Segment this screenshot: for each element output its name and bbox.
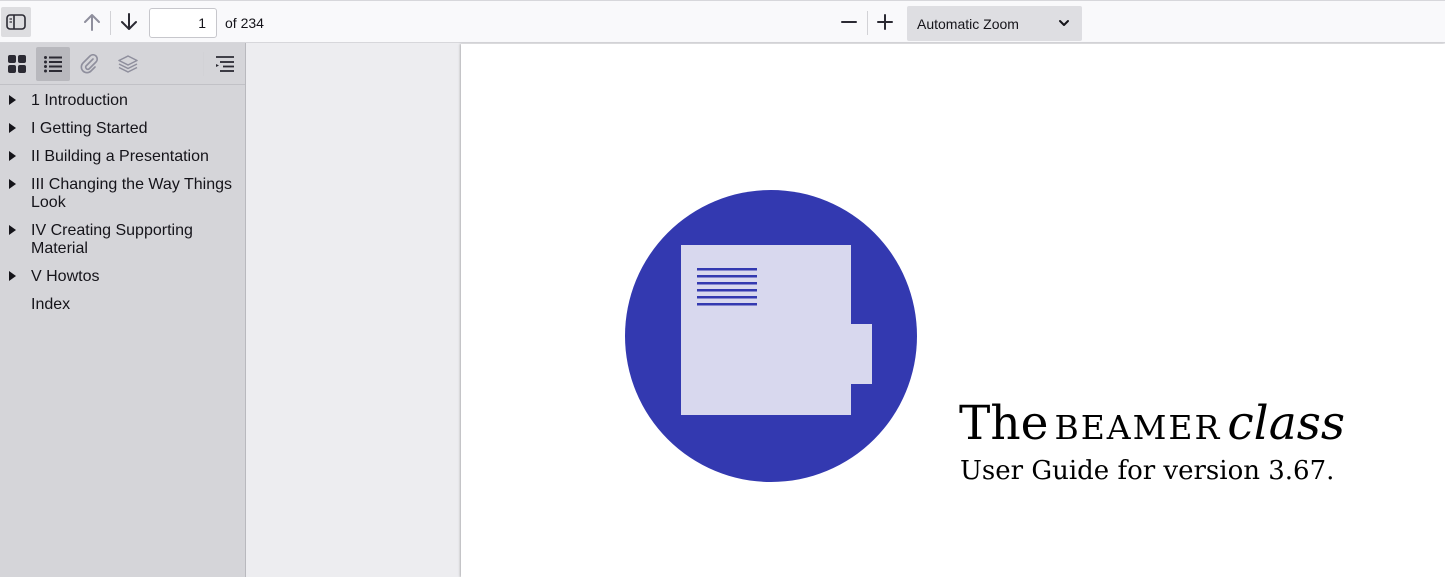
outline-item-label[interactable]: II Building a Presentation <box>31 148 209 165</box>
sidebar-toggle-button[interactable] <box>1 7 31 37</box>
document-title: The beamer class <box>959 399 1345 449</box>
page-number-input[interactable] <box>149 8 217 38</box>
outline-item-label[interactable]: V Howtos <box>31 268 99 285</box>
expand-toggle-icon[interactable] <box>9 225 16 235</box>
view-layers-button[interactable] <box>111 47 145 81</box>
toolbar-separator <box>867 11 868 35</box>
next-page-button[interactable] <box>114 7 144 37</box>
title-beamer: beamer <box>1054 396 1222 451</box>
outline-tree: 1 Introduction I Getting Started II Buil… <box>0 89 245 321</box>
thumbnails-grid-icon <box>8 55 26 73</box>
arrow-down-icon <box>121 13 137 30</box>
zoom-in-button[interactable] <box>870 7 900 37</box>
minus-icon <box>841 21 857 23</box>
beamer-logo <box>625 190 917 482</box>
find-current-outline-icon <box>216 56 234 72</box>
layers-icon <box>118 55 138 73</box>
pdf-page: The beamer class User Guide for version 3.… <box>461 44 1445 577</box>
expand-toggle-icon[interactable] <box>9 95 16 105</box>
arrow-up-icon <box>84 14 100 31</box>
outline-item-label[interactable]: III Changing the Way Things Look <box>31 176 232 211</box>
current-outline-item-button[interactable] <box>208 47 242 81</box>
plus-icon <box>877 14 893 30</box>
chevron-down-icon <box>1059 20 1069 26</box>
view-attachments-button[interactable] <box>73 47 107 81</box>
title-class: class <box>1227 396 1345 451</box>
sidebar-toolbar-separator <box>203 52 204 76</box>
title-the: The <box>959 396 1049 451</box>
view-outline-button[interactable] <box>36 47 70 81</box>
expand-toggle-icon[interactable] <box>9 271 16 281</box>
zoom-select-value: Automatic Zoom <box>917 16 1019 32</box>
outline-item[interactable]: III Changing the Way Things Look <box>0 173 245 215</box>
outline-item-label[interactable]: IV Creating Supporting Material <box>31 222 193 257</box>
toolbar: of 234 Automatic Zoom <box>0 0 1445 43</box>
outline-item[interactable]: II Building a Presentation <box>0 145 245 169</box>
outline-item-label[interactable]: Index <box>31 296 70 313</box>
outline-item[interactable]: I Getting Started <box>0 117 245 141</box>
page-total-label: of 234 <box>225 15 264 31</box>
outline-item[interactable]: Index <box>0 293 245 317</box>
previous-page-button[interactable] <box>77 7 107 37</box>
expand-toggle-icon[interactable] <box>9 179 16 189</box>
view-thumbnails-button[interactable] <box>0 47 34 81</box>
outline-item-label[interactable]: I Getting Started <box>31 120 148 137</box>
zoom-select[interactable]: Automatic Zoom <box>907 6 1082 41</box>
zoom-out-button[interactable] <box>834 7 864 37</box>
outline-item[interactable]: IV Creating Supporting Material <box>0 219 245 261</box>
outline-item[interactable]: 1 Introduction <box>0 89 245 113</box>
outline-item-label[interactable]: 1 Introduction <box>31 92 128 109</box>
outline-list-icon <box>44 56 62 73</box>
sidebar-toggle-icon <box>6 14 26 30</box>
sidebar-toolbar <box>0 43 245 85</box>
expand-toggle-icon[interactable] <box>9 151 16 161</box>
document-subtitle: User Guide for version 3.67. <box>960 456 1335 486</box>
toolbar-separator <box>110 11 111 35</box>
outline-item[interactable]: V Howtos <box>0 265 245 289</box>
expand-toggle-icon[interactable] <box>9 123 16 133</box>
paperclip-icon <box>80 54 99 74</box>
sidebar: 1 Introduction I Getting Started II Buil… <box>0 43 246 577</box>
